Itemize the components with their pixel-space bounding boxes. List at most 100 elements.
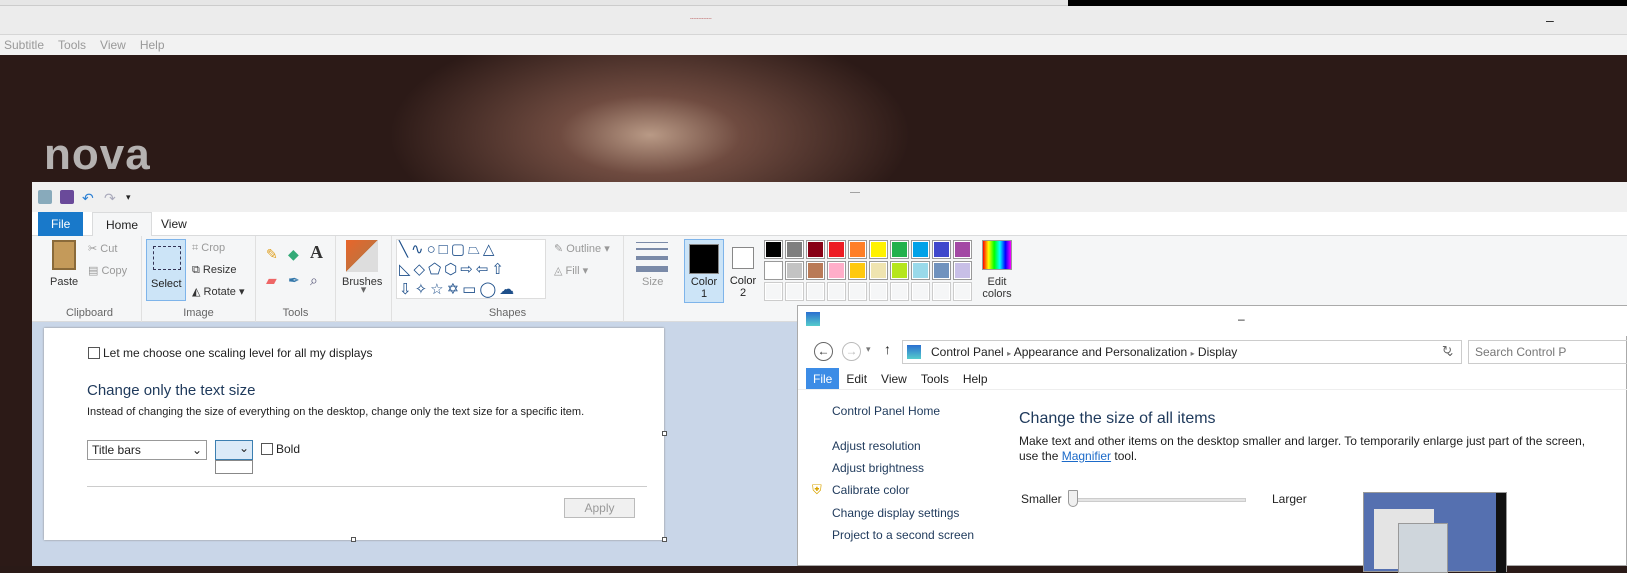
palette-swatch[interactable] (827, 282, 846, 301)
palette-swatch[interactable] (827, 240, 846, 259)
palette-swatch[interactable] (785, 282, 804, 301)
save-icon[interactable] (60, 190, 74, 204)
sidebar-control-panel-home[interactable]: Control Panel Home (832, 404, 940, 418)
color2-button[interactable]: Color 2 (728, 239, 758, 303)
palette-swatch[interactable] (911, 261, 930, 280)
size-slider-track[interactable] (1070, 498, 1246, 502)
palette-swatch[interactable] (932, 282, 951, 301)
recent-dropdown[interactable]: ▾ (866, 344, 871, 355)
apply-button[interactable]: Apply (564, 498, 635, 518)
paste-icon[interactable] (52, 240, 76, 270)
resize-handle[interactable] (662, 431, 667, 436)
palette-swatch[interactable] (869, 261, 888, 280)
palette-swatch[interactable] (869, 240, 888, 259)
palette-swatch[interactable] (764, 261, 783, 280)
breadcrumb-appearance[interactable]: Appearance and Personalization (1014, 345, 1187, 359)
resize-button[interactable]: ⧉ Resize (192, 264, 237, 277)
back-button[interactable]: ← (814, 342, 833, 361)
palette-swatch[interactable] (869, 282, 888, 301)
palette-swatch[interactable] (890, 282, 909, 301)
paste-button[interactable]: Paste (50, 276, 78, 288)
palette-swatch[interactable] (890, 240, 909, 259)
customize-qat-icon[interactable]: ▾ (126, 192, 131, 203)
palette-swatch[interactable] (932, 261, 951, 280)
palette-swatch[interactable] (785, 240, 804, 259)
tab-file[interactable]: File (38, 212, 84, 236)
scaling-checkbox-row[interactable]: Let me choose one scaling level for all … (88, 346, 372, 360)
palette-swatch[interactable] (764, 240, 783, 259)
resize-handle[interactable] (351, 537, 356, 542)
select-button[interactable]: Select (146, 239, 186, 301)
palette-swatch[interactable] (932, 240, 951, 259)
address-bar[interactable]: Control Panel ▸ Appearance and Personali… (902, 340, 1462, 364)
paint-canvas-image[interactable]: Let me choose one scaling level for all … (44, 328, 667, 542)
cp-menu-help[interactable]: Help (956, 368, 995, 389)
breadcrumb-display[interactable]: Display (1198, 345, 1237, 359)
brushes-group[interactable]: Brushes ▾ (336, 236, 392, 322)
menu-subtitle[interactable]: Subtitle (4, 38, 44, 52)
palette-swatch[interactable] (890, 261, 909, 280)
cp-menu-file[interactable]: File (806, 368, 840, 389)
sidebar-change-display-settings[interactable]: Change display settings (832, 506, 959, 520)
scaling-checkbox[interactable] (88, 347, 100, 359)
palette-swatch[interactable] (806, 282, 825, 301)
palette-swatch[interactable] (785, 261, 804, 280)
crop-button[interactable]: ⌗ Crop (192, 242, 225, 255)
cp-menu-view[interactable]: View (874, 368, 914, 389)
cp-menu-tools[interactable]: Tools (914, 368, 956, 389)
color-picker-icon[interactable]: ✒ (288, 272, 300, 289)
cut-button[interactable]: ✂ Cut (88, 242, 117, 255)
sidebar-project-second-screen[interactable]: Project to a second screen (832, 528, 974, 542)
menu-view[interactable]: View (100, 38, 126, 52)
palette-swatch[interactable] (953, 240, 972, 259)
cp-menu-edit[interactable]: Edit (839, 368, 874, 389)
color1-button[interactable]: Color 1 (684, 239, 724, 303)
palette-swatch[interactable] (764, 282, 783, 301)
size-button[interactable]: Size (624, 236, 672, 322)
copy-button[interactable]: ▤ Copy (88, 264, 127, 277)
palette-swatch[interactable] (848, 261, 867, 280)
pencil-icon[interactable]: ✎ (266, 246, 278, 263)
font-size-dropdown-list[interactable] (215, 460, 253, 474)
eraser-icon[interactable]: ▰ (266, 272, 277, 289)
font-size-select[interactable]: ⌄ (215, 440, 253, 460)
palette-swatch[interactable] (848, 240, 867, 259)
minimize-button[interactable]: – (1546, 12, 1554, 28)
text-tool-icon[interactable]: A (310, 242, 323, 263)
bold-checkbox[interactable] (261, 443, 273, 455)
rotate-button[interactable]: ◭ Rotate ▾ (192, 285, 245, 298)
palette-swatch[interactable] (827, 261, 846, 280)
menu-tools[interactable]: Tools (58, 38, 86, 52)
breadcrumb-control-panel[interactable]: Control Panel (931, 345, 1004, 359)
size-slider-thumb[interactable] (1068, 490, 1078, 507)
item-select[interactable]: Title bars ⌄ (87, 440, 207, 460)
sidebar-adjust-brightness[interactable]: Adjust brightness (832, 461, 924, 475)
redo-icon[interactable]: ↷ (104, 190, 118, 206)
palette-swatch[interactable] (806, 261, 825, 280)
sidebar-calibrate-color[interactable]: Calibrate color (832, 483, 909, 497)
fill-button[interactable]: ◬ Fill ▾ (554, 264, 588, 277)
bold-checkbox-row[interactable]: Bold (261, 442, 300, 456)
magnifier-link[interactable]: Magnifier (1062, 449, 1111, 463)
tab-home[interactable]: Home (92, 212, 153, 236)
resize-handle[interactable] (662, 537, 667, 542)
palette-swatch[interactable] (953, 282, 972, 301)
menu-help[interactable]: Help (140, 38, 165, 52)
magnifier-icon[interactable]: ⌕ (310, 272, 318, 289)
tab-view[interactable]: View (148, 212, 200, 236)
palette-swatch[interactable] (848, 282, 867, 301)
undo-icon[interactable]: ↶ (82, 190, 96, 206)
palette-swatch[interactable] (953, 261, 972, 280)
palette-swatch[interactable] (806, 240, 825, 259)
edit-colors-button[interactable]: Edit colors (978, 276, 1016, 300)
refresh-icon[interactable]: ↻ (1442, 343, 1452, 357)
palette-swatch[interactable] (911, 282, 930, 301)
palette-swatch[interactable] (911, 240, 930, 259)
shapes-gallery[interactable]: ╲∿○□▢⏢△ ◺◇⬠⬡⇨⇦⇧ ⇩✧☆✡▭◯☁ (396, 239, 546, 299)
forward-button[interactable]: → (842, 342, 861, 361)
outline-button[interactable]: ✎ Outline ▾ (554, 242, 610, 255)
fill-bucket-icon[interactable]: ◆ (288, 246, 299, 263)
edit-colors-icon[interactable] (982, 240, 1012, 270)
search-input[interactable]: Search Control P (1468, 340, 1627, 364)
sidebar-adjust-resolution[interactable]: Adjust resolution (832, 439, 921, 453)
